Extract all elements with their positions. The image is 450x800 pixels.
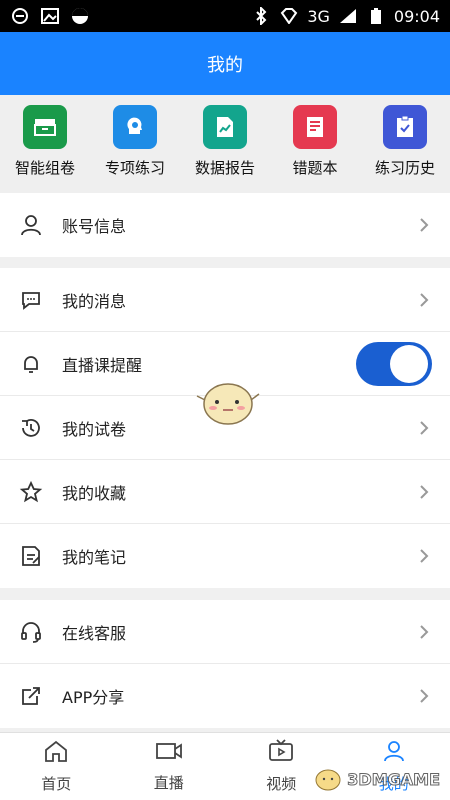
history-icon bbox=[383, 105, 427, 149]
bell-icon bbox=[18, 351, 44, 377]
history-clock-icon bbox=[18, 415, 44, 441]
quick-label: 数据报告 bbox=[194, 159, 255, 177]
row-label: 我的笔记 bbox=[62, 548, 127, 567]
quick-item-special-practice[interactable]: 专项练习 bbox=[90, 105, 180, 193]
row-label: 我的收藏 bbox=[62, 483, 127, 503]
notes-icon bbox=[18, 543, 44, 569]
diamond-icon bbox=[279, 6, 299, 26]
tab-home[interactable]: 首页 bbox=[0, 733, 113, 800]
app-status-icon bbox=[10, 6, 30, 26]
quick-actions: 智能组卷 专项练习 数据报告 错题本 练习历史 bbox=[0, 95, 450, 193]
watermark-text: 3DMGAME bbox=[347, 769, 441, 789]
quick-item-smart-paper[interactable]: 智能组卷 bbox=[0, 105, 90, 193]
image-status-icon bbox=[40, 6, 60, 26]
chevron-right-icon bbox=[416, 548, 432, 564]
network-label: 3G bbox=[307, 6, 330, 26]
quick-item-mistakes[interactable]: 错题本 bbox=[270, 105, 360, 193]
watermark-mascot-icon bbox=[315, 769, 341, 791]
row-label: 在线客服 bbox=[62, 623, 127, 643]
quick-item-practice-history[interactable]: 练习历史 bbox=[360, 105, 450, 193]
tab-label: 首页 bbox=[41, 775, 72, 793]
user-icon bbox=[18, 212, 44, 238]
page-title: 我的 bbox=[207, 54, 243, 76]
report-icon bbox=[203, 105, 247, 149]
chevron-right-icon bbox=[416, 292, 432, 308]
row-label: 我的试卷 bbox=[62, 419, 127, 439]
status-time: 09:04 bbox=[393, 6, 440, 26]
chevron-right-icon bbox=[416, 484, 432, 500]
row-label: 我的消息 bbox=[62, 291, 127, 311]
row-online-service[interactable]: 在线客服 bbox=[0, 600, 450, 664]
live-reminder-toggle[interactable] bbox=[356, 341, 432, 386]
video-camera-icon bbox=[155, 740, 183, 766]
quick-label: 错题本 bbox=[292, 159, 338, 177]
row-favorites[interactable]: 我的收藏 bbox=[0, 460, 450, 524]
account-section: 账号信息 bbox=[0, 193, 450, 257]
chevron-right-icon bbox=[416, 624, 432, 640]
quick-label: 练习历史 bbox=[374, 159, 435, 177]
row-label: 账号信息 bbox=[62, 217, 127, 236]
bluetooth-icon bbox=[251, 6, 271, 26]
page-title-bar: 我的 bbox=[0, 32, 450, 95]
quick-item-data-report[interactable]: 数据报告 bbox=[180, 105, 270, 193]
message-icon bbox=[18, 287, 44, 313]
watermark: 3DMGAME bbox=[313, 766, 440, 792]
row-account-info[interactable]: 账号信息 bbox=[0, 193, 450, 257]
tab-live[interactable]: 直播 bbox=[113, 733, 226, 800]
battery-icon bbox=[366, 6, 386, 26]
row-app-share[interactable]: APP分享 bbox=[0, 664, 450, 728]
row-messages[interactable]: 我的消息 bbox=[0, 268, 450, 332]
headset-icon bbox=[18, 619, 44, 645]
row-label: 直播课提醒 bbox=[62, 355, 143, 375]
notebook-icon bbox=[293, 105, 337, 149]
chevron-right-icon bbox=[416, 420, 432, 436]
row-label: APP分享 bbox=[62, 688, 125, 707]
signal-icon bbox=[338, 6, 358, 26]
half-moon-icon bbox=[70, 6, 90, 26]
quick-label: 智能组卷 bbox=[14, 159, 75, 177]
home-icon bbox=[43, 739, 69, 767]
support-section: 在线客服 APP分享 bbox=[0, 600, 450, 728]
toggle-knob bbox=[390, 344, 428, 383]
mascot-sticker-icon bbox=[196, 383, 260, 425]
drawer-icon bbox=[23, 105, 67, 149]
star-icon bbox=[18, 479, 44, 505]
row-notes[interactable]: 我的笔记 bbox=[0, 524, 450, 588]
chevron-right-icon bbox=[416, 217, 432, 233]
status-bar: 3G 09:04 bbox=[0, 0, 450, 32]
chevron-right-icon bbox=[416, 688, 432, 704]
quick-label: 专项练习 bbox=[104, 159, 165, 177]
person-icon bbox=[382, 739, 406, 767]
tv-icon bbox=[268, 739, 294, 767]
tab-label: 视频 bbox=[266, 775, 297, 793]
tab-label: 直播 bbox=[153, 774, 184, 792]
share-icon bbox=[18, 683, 44, 709]
brain-icon bbox=[113, 105, 157, 149]
